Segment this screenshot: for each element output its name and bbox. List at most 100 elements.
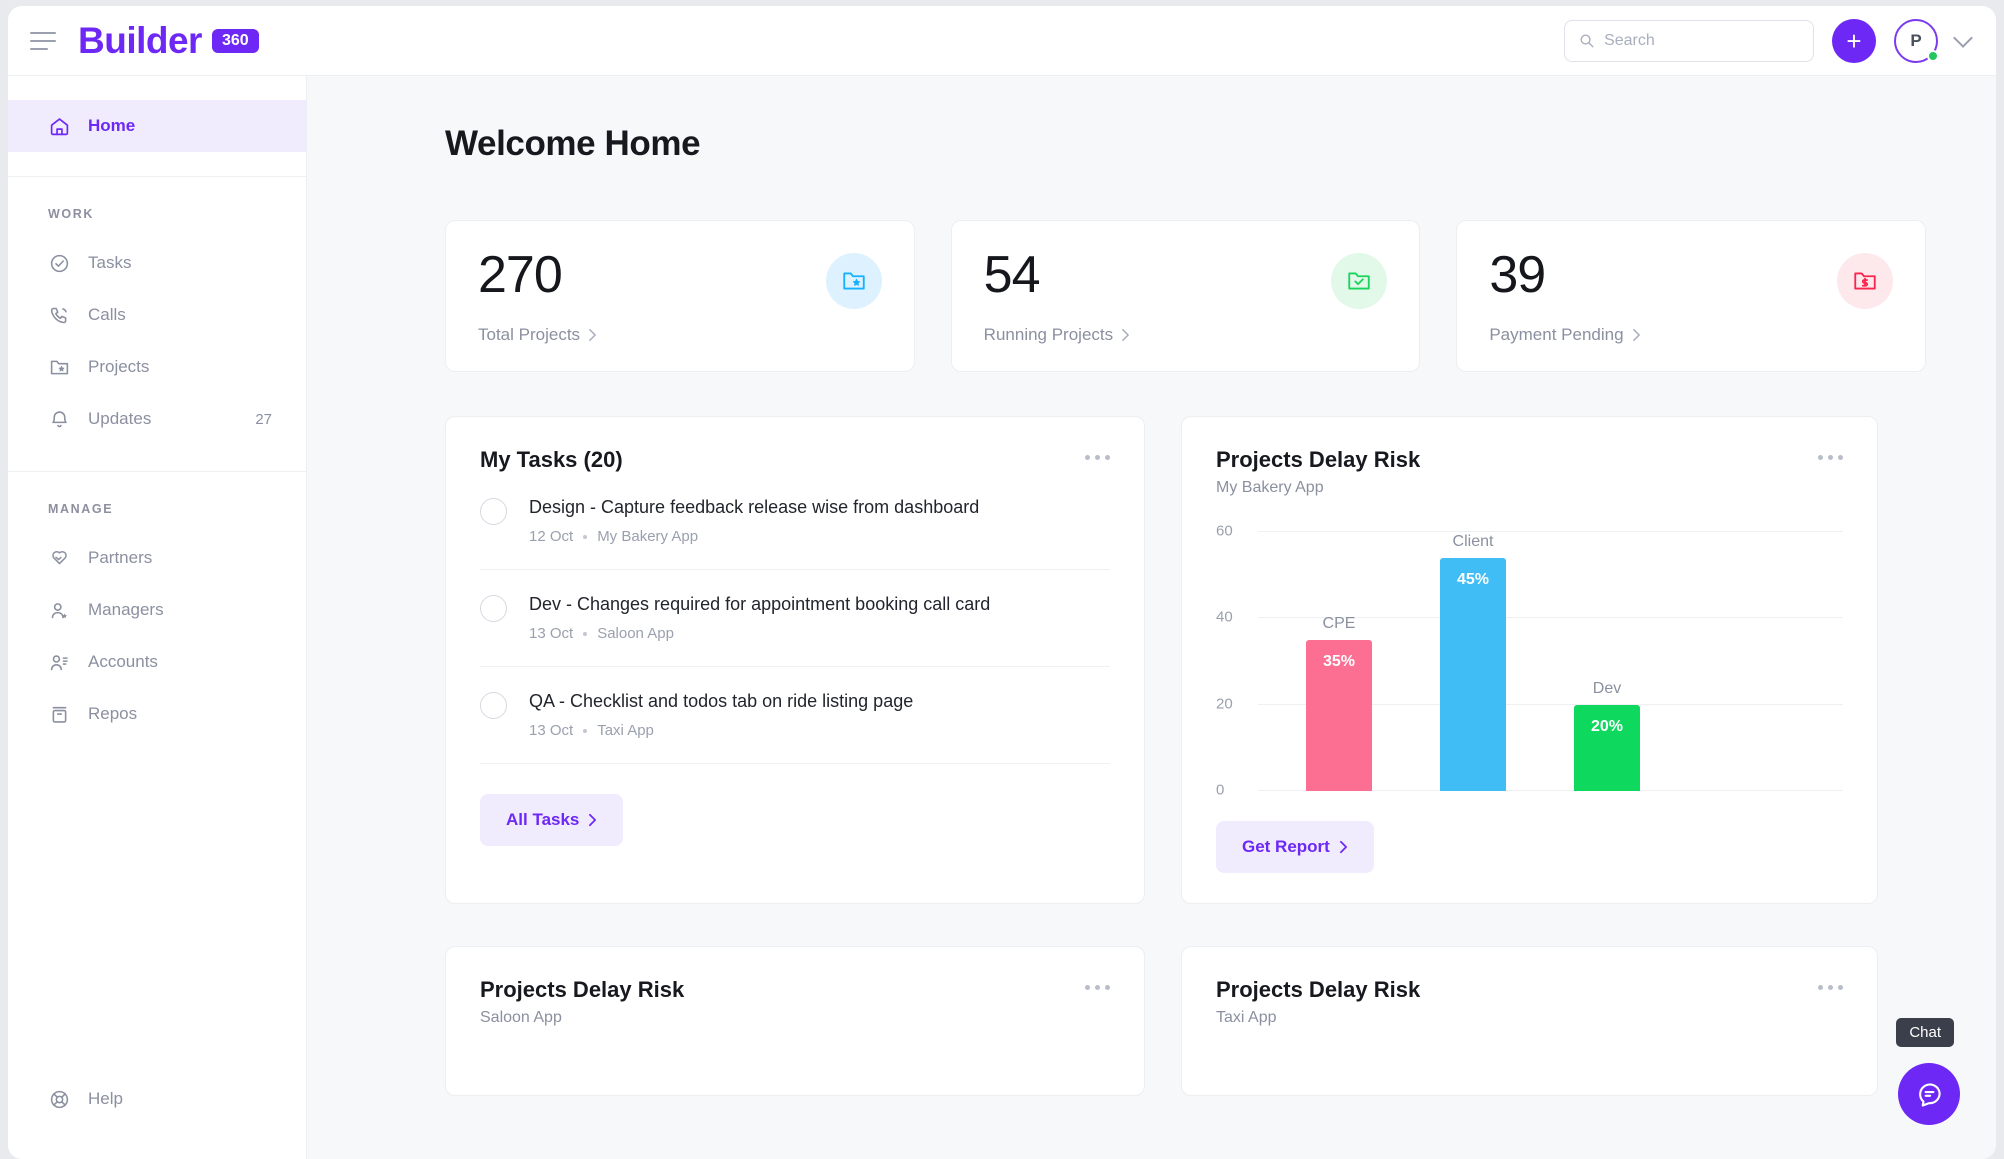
- stat-label-text: Payment Pending: [1489, 325, 1624, 344]
- chevron-right-icon: [589, 328, 596, 342]
- task-row[interactable]: Dev - Changes required for appointment b…: [480, 570, 1110, 667]
- bar-category-label: CPE: [1322, 615, 1356, 632]
- task-checkbox[interactable]: [480, 692, 507, 719]
- chat-tooltip: Chat: [1896, 1018, 1954, 1047]
- handshake-icon: [48, 547, 70, 569]
- task-body: Dev - Changes required for appointment b…: [529, 594, 990, 642]
- stat-label[interactable]: Running Projects: [984, 325, 1388, 345]
- sidebar-item-help[interactable]: Help: [8, 1073, 306, 1125]
- get-report-label: Get Report: [1242, 837, 1330, 856]
- task-date: 13 Oct: [529, 722, 574, 739]
- more-horizontal-icon[interactable]: [1818, 447, 1843, 460]
- stat-value: 270: [478, 246, 563, 304]
- bar-cpe[interactable]: 35%: [1306, 640, 1372, 791]
- stat-label[interactable]: Payment Pending: [1489, 325, 1893, 345]
- sidebar-item-label: Home: [88, 116, 136, 135]
- bar-value-label: 35%: [1322, 653, 1356, 670]
- search-input[interactable]: [1604, 31, 1799, 50]
- sidebar-item-calls[interactable]: Calls: [8, 289, 306, 341]
- folder-star-icon: [843, 272, 865, 290]
- all-tasks-button[interactable]: All Tasks: [480, 794, 624, 846]
- sidebar-item-label: Managers: [88, 600, 164, 619]
- folder-dollar-icon: [1854, 272, 1876, 290]
- y-axis-tick: 60: [1216, 522, 1233, 540]
- chevron-right-icon: [589, 813, 597, 827]
- menu-toggle-icon[interactable]: [30, 31, 56, 50]
- stat-icon-badge: [825, 253, 882, 309]
- chevron-right-icon: [1339, 840, 1347, 854]
- stat-card-running-projects[interactable]: 54 Running Projects: [950, 220, 1421, 372]
- add-button[interactable]: +: [1832, 18, 1876, 63]
- logo-text: Builder: [78, 20, 202, 61]
- panel-header: My Tasks (20): [480, 447, 1110, 473]
- folder-star-icon: [48, 356, 70, 378]
- task-body: Design - Capture feedback release wise f…: [529, 497, 979, 545]
- sidebar-item-managers[interactable]: Managers: [8, 584, 306, 636]
- stat-icon-badge: [1837, 253, 1894, 309]
- stat-label[interactable]: Total Projects: [478, 325, 882, 345]
- panel-subtitle: Taxi App: [1216, 1009, 1277, 1026]
- sidebar-item-updates[interactable]: Updates 27: [8, 393, 306, 445]
- stat-label-text: Total Projects: [478, 325, 581, 344]
- more-horizontal-icon[interactable]: [1085, 447, 1110, 460]
- bell-icon: [48, 408, 70, 430]
- sidebar-home-block: Home: [8, 76, 306, 177]
- stat-value: 54: [983, 246, 1041, 304]
- chevron-right-icon: [1632, 328, 1640, 342]
- stat-card-payment-pending[interactable]: 39 Payment Pending: [1456, 220, 1927, 372]
- sidebar-item-accounts[interactable]: Accounts: [8, 636, 306, 688]
- sidebar-item-repos[interactable]: Repos: [8, 688, 306, 740]
- stat-card-total-projects[interactable]: 270 Total Projects: [445, 220, 915, 372]
- sidebar-item-tasks[interactable]: Tasks: [8, 237, 306, 289]
- search-box[interactable]: [1564, 19, 1814, 62]
- task-meta: 13 Oct Taxi App: [529, 722, 913, 739]
- more-horizontal-icon[interactable]: [1818, 977, 1843, 990]
- y-axis-tick: 40: [1216, 608, 1233, 626]
- sidebar-item-projects[interactable]: Projects: [8, 341, 306, 393]
- all-tasks-label: All Tasks: [506, 810, 580, 829]
- archive-icon: [48, 703, 70, 725]
- search-icon: [1580, 34, 1594, 48]
- panel-header: Projects Delay Risk Taxi App: [1216, 977, 1843, 1027]
- sidebar-item-label: Calls: [88, 305, 126, 324]
- bar-column-dev: Dev 20%: [1574, 531, 1640, 791]
- chevron-right-icon: [1122, 328, 1130, 342]
- more-horizontal-icon[interactable]: [1085, 977, 1110, 990]
- panel-title: Projects Delay Risk: [1216, 447, 1421, 472]
- panel-title: Projects Delay Risk: [480, 977, 685, 1002]
- bar-dev[interactable]: 20%: [1574, 705, 1640, 791]
- sidebar-item-label: Updates: [88, 409, 152, 428]
- dot-separator-icon: [583, 534, 588, 539]
- chevron-down-icon[interactable]: [1953, 27, 1973, 48]
- sidebar-item-badge: 27: [255, 410, 272, 428]
- bar-column-cpe: CPE 35%: [1306, 531, 1372, 791]
- task-row[interactable]: Design - Capture feedback release wise f…: [480, 473, 1110, 570]
- sidebar-item-home[interactable]: Home: [8, 100, 306, 152]
- app-logo[interactable]: Builder 360: [78, 22, 259, 59]
- sidebar-item-label: Help: [88, 1089, 123, 1108]
- sidebar-section-label-manage: MANAGE: [48, 502, 114, 516]
- bar-client[interactable]: 45%: [1440, 558, 1506, 791]
- sidebar-section-label-work: WORK: [48, 207, 94, 221]
- task-meta: 13 Oct Saloon App: [529, 625, 990, 642]
- panel-heading-group: Projects Delay Risk Saloon App: [480, 977, 684, 1027]
- chat-button[interactable]: [1898, 1063, 1960, 1125]
- main-content: Welcome Home 270 Total Projects 54 Runni…: [307, 76, 1996, 1159]
- stat-value: 39: [1489, 246, 1546, 304]
- lifebuoy-icon: [48, 1088, 70, 1110]
- sidebar-work-section: WORK Tasks Calls Projects Updates 27: [8, 207, 306, 472]
- sidebar-item-label: Tasks: [88, 253, 132, 272]
- task-checkbox[interactable]: [480, 498, 507, 525]
- online-status-dot: [1927, 49, 1939, 62]
- get-report-button[interactable]: Get Report: [1216, 821, 1374, 873]
- task-row[interactable]: QA - Checklist and todos tab on ride lis…: [480, 667, 1110, 764]
- projects-delay-risk-panel: Projects Delay Risk My Bakery App 60 40 …: [1181, 416, 1878, 904]
- sidebar-item-partners[interactable]: Partners: [8, 532, 306, 584]
- y-axis-tick: 0: [1216, 781, 1225, 799]
- task-checkbox[interactable]: [480, 595, 507, 622]
- cards-row: My Tasks (20) Design - Capture feedback …: [445, 416, 1926, 904]
- stat-label-text: Running Projects: [983, 325, 1114, 344]
- panel-subtitle: My Bakery App: [1216, 479, 1324, 496]
- avatar[interactable]: P: [1894, 18, 1939, 63]
- bottom-cards-row: Projects Delay Risk Saloon App Projects …: [445, 946, 1926, 1096]
